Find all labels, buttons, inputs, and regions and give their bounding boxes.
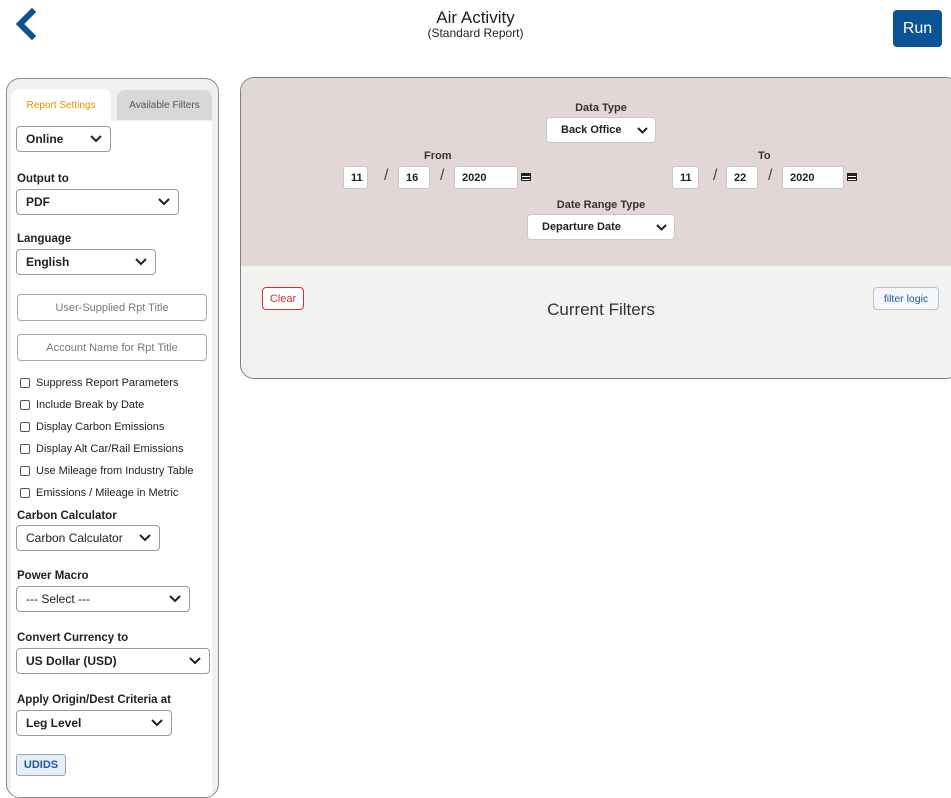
output-mode-select[interactable]: Online [16,126,111,152]
checkbox[interactable] [20,444,30,454]
origin-dest-value: Leg Level [26,716,82,730]
checkbox-row[interactable]: Display Alt Car/Rail Emissions [20,441,183,457]
origin-dest-select[interactable]: Leg Level [16,710,172,736]
to-month-input[interactable]: 11 [672,166,699,189]
output-to-label: Output to [17,173,69,185]
settings-panel: Report Settings Available Filters Online… [6,78,219,798]
checkbox[interactable] [20,466,30,476]
calendar-icon[interactable] [521,172,531,181]
output-mode-value: Online [26,132,64,146]
checkbox-row[interactable]: Emissions / Mileage in Metric [20,485,178,501]
page-header: Air Activity (Standard Report) [0,8,951,40]
language-label: Language [17,233,72,245]
convert-currency-select[interactable]: US Dollar (USD) [16,648,210,674]
output-to-value: PDF [26,195,50,209]
checkbox[interactable] [20,422,30,432]
date-separator: / [713,167,718,184]
checkbox-row[interactable]: Use Mileage from Industry Table [20,463,194,479]
power-macro-select[interactable]: --- Select --- [16,586,190,612]
date-range-type-label: Date Range Type [556,199,646,211]
checkbox-label: Suppress Report Parameters [36,377,179,389]
chevron-down-icon [139,534,151,542]
power-macro-label: Power Macro [17,570,89,582]
carbon-calculator-value: Carbon Calculator [26,531,123,545]
date-separator: / [384,167,389,184]
page-subtitle: (Standard Report) [427,26,524,40]
chevron-down-icon [189,657,201,665]
data-type-select[interactable]: Back Office [546,117,656,143]
date-range-type-select[interactable]: Departure Date [527,214,675,240]
checkbox-row[interactable]: Include Break by Date [20,397,144,413]
back-chevron-icon[interactable] [12,8,40,40]
page-title: Air Activity [436,8,515,27]
checkbox-row[interactable]: Suppress Report Parameters [20,375,178,391]
checkbox-label: Include Break by Date [36,399,145,411]
power-macro-value: --- Select --- [26,592,90,606]
from-month-input[interactable]: 11 [343,166,368,189]
user-supplied-title-input[interactable] [17,294,207,321]
chevron-down-icon [158,198,170,206]
to-day-input[interactable]: 22 [726,166,758,189]
to-year-input[interactable]: 2020 [782,166,844,189]
chevron-down-icon [637,127,648,134]
convert-currency-label: Convert Currency to [17,632,129,644]
udids-button[interactable]: UDIDS [16,754,66,776]
carbon-calculator-label: Carbon Calculator [17,510,117,522]
from-year-input[interactable]: 2020 [454,166,518,189]
checkbox[interactable] [20,378,30,388]
report-settings-body: Online Output to PDF Language English Su… [11,121,212,797]
current-filters-heading: Current Filters [547,300,655,319]
checkbox-label: Use Mileage from Industry Table [36,465,194,477]
checkbox[interactable] [20,488,30,498]
checkbox-label: Display Alt Car/Rail Emissions [36,443,184,455]
output-to-select[interactable]: PDF [16,189,179,215]
date-range-type-value: Departure Date [542,221,621,233]
run-button[interactable]: Run [893,10,942,47]
chevron-down-icon [90,135,102,143]
data-type-value: Back Office [561,124,622,136]
language-value: English [26,255,70,269]
checkbox-label: Display Carbon Emissions [36,421,165,433]
checkbox-label: Emissions / Mileage in Metric [36,487,179,499]
filters-panel: Data Type Back Office From 11 / 16 / 202… [240,77,951,379]
chevron-down-icon [656,224,667,231]
date-separator: / [440,167,445,184]
from-label: From [424,150,452,162]
chevron-down-icon [135,258,147,266]
carbon-calculator-select[interactable]: Carbon Calculator [16,525,160,551]
account-name-title-input[interactable] [17,334,207,361]
to-label: To [758,150,771,162]
date-separator: / [768,167,773,184]
chevron-down-icon [169,595,181,603]
origin-dest-label: Apply Origin/Dest Criteria at [17,694,172,706]
convert-currency-value: US Dollar (USD) [26,654,117,668]
tab-report-settings[interactable]: Report Settings [11,89,111,121]
data-type-label: Data Type [575,102,627,114]
from-day-input[interactable]: 16 [398,166,430,189]
checkbox-row[interactable]: Display Carbon Emissions [20,419,164,435]
language-select[interactable]: English [16,249,156,275]
calendar-icon[interactable] [847,172,857,181]
chevron-down-icon [151,719,163,727]
tab-available-filters[interactable]: Available Filters [117,90,212,120]
checkbox[interactable] [20,400,30,410]
